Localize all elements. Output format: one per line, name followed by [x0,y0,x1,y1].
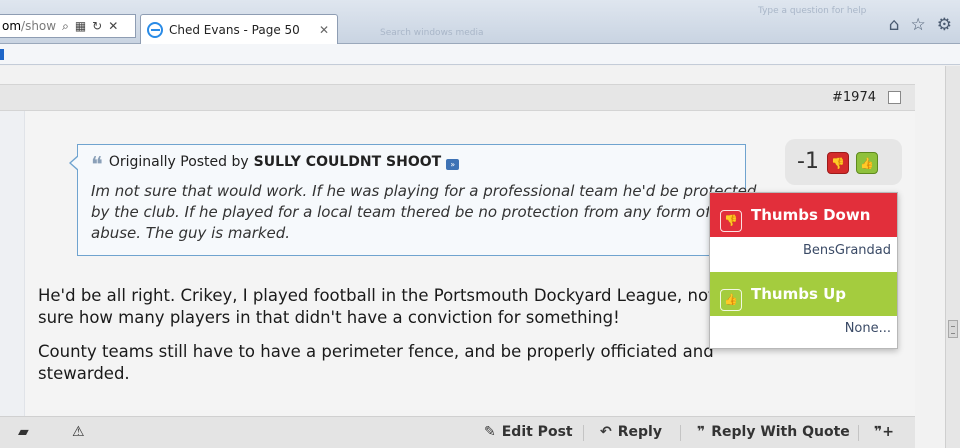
pencil-icon: ✎ [484,424,496,440]
home-icon[interactable]: ⌂ [889,15,900,35]
thumbs-down-user-link[interactable]: BensGrandad [803,243,891,258]
quote-prefix: Originally Posted by [108,154,249,170]
post-rating: -1 👎 👍 [785,139,902,185]
tab-ched-evans[interactable]: Ched Evans - Page 50 ✕ [140,14,338,44]
address-path: /show [21,19,57,33]
favorites-star-icon[interactable]: ☆ [911,15,926,35]
tab-title: Ched Evans - Page 50 [169,22,300,37]
ghost-search-text: Search windows media [380,28,484,38]
gear-icon[interactable]: ⚙ [937,15,952,35]
ie-logo-icon [147,21,163,38]
quote-line: Im not sure that would work. If he was p… [91,182,757,200]
message-line: He'd be all right. Crikey, I played foot… [38,286,715,305]
message-line: stewarded. [38,364,130,383]
rating-score: -1 [797,149,819,174]
quote-line: abuse. The guy is marked. [91,224,291,242]
browser-toolbar: om/show ⌕ ▦ ↻ ✕ Ched Evans - Page 50 ✕ S… [0,0,960,44]
report-post-icon[interactable]: ⚠ [72,424,85,440]
quote-bubble-icon: ❞ [697,424,706,440]
post-side-column [0,111,25,416]
favorites-bar [0,44,960,65]
search-icon[interactable]: ⌕ [62,19,69,34]
page-content: #1974 ❝ Originally Posted by SULLY COULD… [0,66,945,448]
reply-with-quote-label: Reply With Quote [711,424,850,440]
quote-text: Im not sure that would work. If he was p… [91,181,757,244]
thumbs-up-icon[interactable]: 👍 [856,152,878,174]
footer-divider [680,425,681,441]
post-number[interactable]: #1974 [832,90,876,105]
rating-popup: 👎 Thumbs Down BensGrandad 👍 Thumbs Up No… [709,192,898,349]
favorites-marker [0,49,4,60]
post-footer: ▰ ⚠ ✎ Edit Post ↶ Reply ❞ Reply With Quo… [0,416,915,448]
view-post-icon[interactable]: » [446,158,460,170]
thanks-icon[interactable]: ▰ [18,424,29,440]
quote-icon: ❝ [91,153,103,178]
post-header: #1974 [0,84,915,111]
edit-post-label: Edit Post [501,424,573,440]
quote-block: ❝ Originally Posted by SULLY COULDNT SHO… [69,144,757,256]
thumbs-up-label: Thumbs Up [751,285,847,303]
multi-quote-icon[interactable]: ❞+ [874,424,894,440]
reply-with-quote-button[interactable]: ❞ Reply With Quote [697,424,850,440]
reply-arrow-icon: ↶ [600,424,612,440]
ghost-help-text: Type a question for help [758,6,867,16]
quote-header: ❝ Originally Posted by SULLY COULDNT SHO… [91,153,460,178]
scroll-thumb[interactable] [948,320,958,338]
thumbs-up-header: 👍 Thumbs Up [710,272,897,316]
stop-icon[interactable]: ✕ [108,19,118,33]
tab-close-icon[interactable]: ✕ [319,23,329,37]
message-line: County teams still have to have a perime… [38,342,714,361]
message-line: sure how many players in that didn't hav… [38,308,620,327]
address-host: om [2,19,22,33]
thumbs-down-icon: 👎 [720,210,742,232]
thumbs-up-users: None... [844,321,891,336]
thumbs-down-header: 👎 Thumbs Down [710,193,897,237]
address-bar[interactable]: om/show ⌕ ▦ ↻ ✕ [0,14,136,38]
reply-label: Reply [617,424,662,440]
compat-view-icon[interactable]: ▦ [75,19,86,33]
vertical-scrollbar[interactable] [945,66,960,448]
refresh-icon[interactable]: ↻ [92,19,102,33]
thumbs-down-label: Thumbs Down [751,206,871,224]
post-message: He'd be all right. Crikey, I played foot… [38,285,715,397]
edit-post-button[interactable]: ✎ Edit Post [484,424,573,440]
reply-button[interactable]: ↶ Reply [600,424,662,440]
thumbs-down-icon[interactable]: 👎 [827,152,849,174]
quote-line: by the club. If he played for a local te… [91,203,711,221]
thumbs-up-icon: 👍 [720,289,742,311]
footer-divider [583,425,584,441]
post-select-checkbox[interactable] [888,91,901,104]
footer-divider [858,425,859,441]
quote-author: SULLY COULDNT SHOOT [253,154,442,170]
